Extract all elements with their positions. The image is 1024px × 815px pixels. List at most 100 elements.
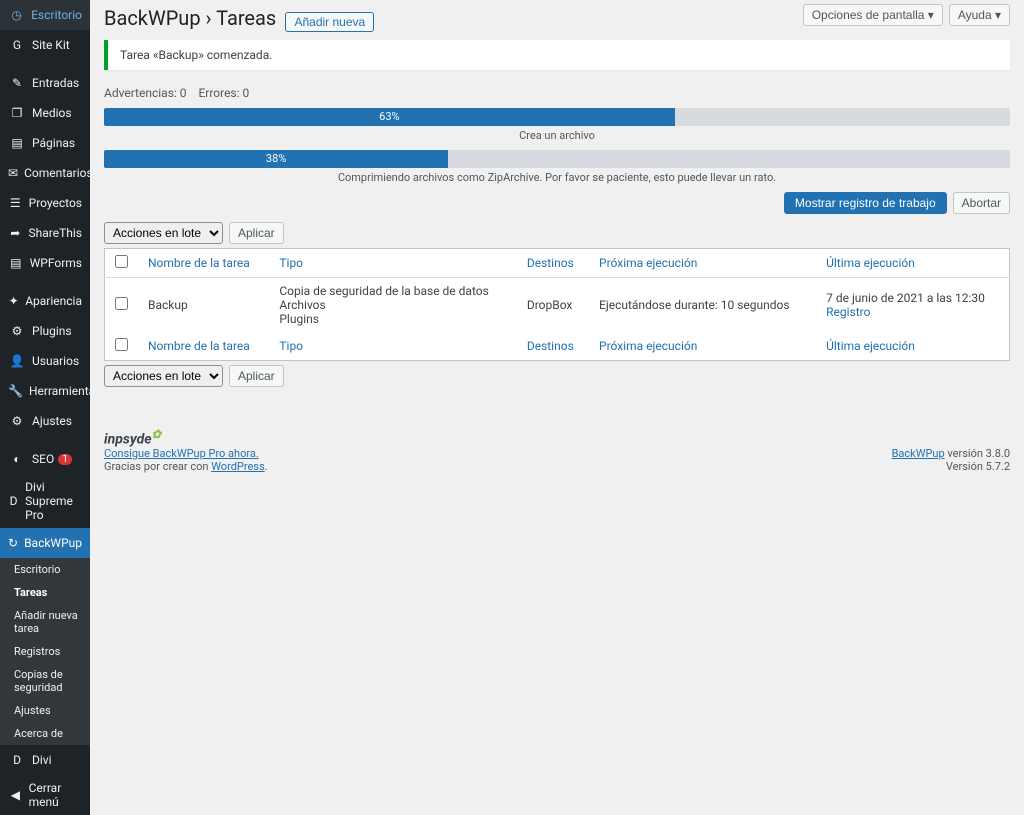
sidebar-item-users[interactable]: 👤 Usuarios	[0, 346, 90, 376]
plugin-icon: ⚙	[8, 322, 26, 340]
update-badge: 1	[58, 454, 72, 465]
sidebar-label: ShareThis	[29, 226, 82, 240]
type-line: Archivos	[279, 298, 506, 312]
warnings-count: 0	[180, 86, 187, 100]
sidebar-item-posts[interactable]: ✎ Entradas	[0, 68, 90, 98]
thanks-text: Gracias por crear con	[104, 460, 211, 473]
col-name[interactable]: Nombre de la tarea	[148, 256, 250, 270]
sidebar-item-projects[interactable]: ☰Proyectos	[0, 188, 90, 218]
sidebar-label: Divi	[32, 753, 52, 767]
divi-supreme-icon: D	[8, 492, 19, 510]
sidebar-item-sharethis[interactable]: ➦ ShareThis	[0, 218, 90, 248]
sidebar-item-settings[interactable]: ⚙Ajustes	[0, 406, 90, 436]
job-type: Copia de seguridad de la base de datos A…	[269, 277, 516, 332]
page-title: Tareas	[216, 6, 276, 30]
pro-promo-link[interactable]: Consigue BackWPup Pro ahora.	[104, 447, 259, 460]
pin-icon: ✎	[8, 74, 26, 92]
users-icon: 👤	[8, 352, 26, 370]
col-next[interactable]: Próxima ejecución	[599, 256, 697, 270]
warnings-label: Advertencias:	[104, 86, 177, 100]
sidebar-label: Proyectos	[29, 196, 82, 210]
inpsyde-logo: inpsyde✿	[104, 427, 268, 448]
job-stats: Advertencias: 0 Errores: 0	[104, 86, 1010, 100]
add-new-button[interactable]: Añadir nueva	[285, 12, 374, 32]
job-next: Ejecutándose durante: 10 segundos	[589, 277, 816, 332]
col-dest-foot[interactable]: Destinos	[527, 339, 574, 353]
col-type-foot[interactable]: Tipo	[279, 339, 303, 353]
sidebar-label: Usuarios	[32, 354, 79, 368]
sidebar-label: Entradas	[32, 76, 79, 90]
errors-label: Errores:	[198, 86, 239, 100]
sidebar-label: Plugins	[32, 324, 72, 338]
submenu-label: Copias de seguridad	[14, 668, 82, 694]
sitekit-icon: G	[8, 36, 26, 54]
sidebar-label: Escritorio	[31, 8, 82, 22]
submenu-label: Tareas	[14, 586, 47, 599]
row-checkbox[interactable]	[115, 297, 128, 310]
submenu-logs[interactable]: Registros	[0, 640, 90, 663]
job-last: 7 de junio de 2021 a las 12:30 Registro	[816, 277, 1009, 332]
sidebar-item-wpforms[interactable]: ▤WPForms	[0, 248, 90, 278]
bulk-action-select-bottom[interactable]: Acciones en lote	[104, 365, 223, 387]
col-last-foot[interactable]: Última ejecución	[826, 339, 915, 353]
submenu-escritorio[interactable]: Escritorio	[0, 558, 90, 581]
tools-icon: 🔧	[8, 382, 23, 400]
sidebar-item-plugins[interactable]: ⚙ Plugins	[0, 316, 90, 346]
sidebar-item-seo[interactable]: ◐SEO1	[0, 444, 90, 474]
abort-button[interactable]: Abortar	[953, 192, 1010, 214]
help-button[interactable]: Ayuda ▾	[949, 4, 1010, 26]
sidebar-item-comments[interactable]: ✉ Comentarios	[0, 158, 90, 188]
submenu-settings[interactable]: Ajustes	[0, 699, 90, 722]
backup-icon: ↻	[8, 534, 18, 552]
screen-options-button[interactable]: Opciones de pantalla ▾	[803, 4, 943, 26]
bulk-apply-bottom[interactable]: Aplicar	[229, 365, 284, 387]
select-all-top[interactable]	[115, 255, 128, 268]
sidebar-item-pages[interactable]: ▤Páginas	[0, 128, 90, 158]
submenu-about[interactable]: Acerca de	[0, 722, 90, 745]
sidebar-item-media[interactable]: ❐Medios	[0, 98, 90, 128]
col-dest[interactable]: Destinos	[527, 256, 574, 270]
share-icon: ➦	[8, 224, 23, 242]
plugin-name: BackWPup	[104, 6, 201, 30]
submenu-add-job[interactable]: Añadir nueva tarea	[0, 604, 90, 640]
sidebar-item-backwpup[interactable]: ↻BackWPup	[0, 528, 90, 558]
divi-icon: D	[8, 751, 26, 769]
col-next-foot[interactable]: Próxima ejecución	[599, 339, 697, 353]
sidebar-item-sitekit[interactable]: G Site Kit	[0, 30, 90, 60]
settings-icon: ⚙	[8, 412, 26, 430]
sidebar-item-divi[interactable]: D Divi	[0, 745, 90, 775]
bulk-apply-top[interactable]: Aplicar	[229, 222, 284, 244]
progress-1: 63%	[104, 108, 1010, 126]
log-link[interactable]: Registro	[826, 305, 870, 319]
sidebar-item-tools[interactable]: 🔧Herramientas	[0, 376, 90, 406]
submenu-backups[interactable]: Copias de seguridad	[0, 663, 90, 699]
job-name: Backup	[138, 277, 269, 332]
type-line: Copia de seguridad de la base de datos	[279, 284, 506, 298]
admin-sidebar: ◷Escritorio GSite Kit ✎Entradas ❐Medios …	[0, 0, 90, 815]
sidebar-item-divi-supreme[interactable]: D Divi Supreme Pro	[0, 474, 90, 528]
main-content: Opciones de pantalla ▾ Ayuda ▾ BackWPup …	[90, 0, 1024, 815]
sidebar-item-appearance[interactable]: ✦Apariencia	[0, 286, 90, 316]
sidebar-label: Comentarios	[24, 166, 93, 180]
select-all-bottom[interactable]	[115, 338, 128, 351]
sidebar-item-collapse[interactable]: ◀Cerrar menú	[0, 775, 90, 815]
submenu-tareas[interactable]: Tareas	[0, 581, 90, 604]
col-type[interactable]: Tipo	[279, 256, 303, 270]
bulk-action-select-top[interactable]: Acciones en lote	[104, 222, 223, 244]
wp-version: Versión 5.7.2	[892, 460, 1010, 473]
show-log-button[interactable]: Mostrar registro de trabajo	[784, 192, 947, 214]
dashboard-icon: ◷	[8, 6, 25, 24]
brush-icon: ✦	[8, 292, 19, 310]
sidebar-label: Site Kit	[32, 38, 70, 52]
plugin-version-link[interactable]: BackWPup	[892, 447, 945, 460]
forms-icon: ▤	[8, 254, 24, 272]
col-last[interactable]: Última ejecución	[826, 256, 915, 270]
backwpup-submenu: Escritorio Tareas Añadir nueva tarea Reg…	[0, 558, 90, 745]
comment-icon: ✉	[8, 164, 18, 182]
footer: inpsyde✿ Consigue BackWPup Pro ahora. Gr…	[104, 427, 1010, 474]
collapse-icon: ◀	[8, 786, 23, 804]
sidebar-item-dashboard[interactable]: ◷ Escritorio	[0, 0, 90, 30]
sidebar-label: Divi Supreme Pro	[25, 480, 82, 522]
wordpress-link[interactable]: WordPress	[211, 460, 264, 473]
col-name-foot[interactable]: Nombre de la tarea	[148, 339, 250, 353]
